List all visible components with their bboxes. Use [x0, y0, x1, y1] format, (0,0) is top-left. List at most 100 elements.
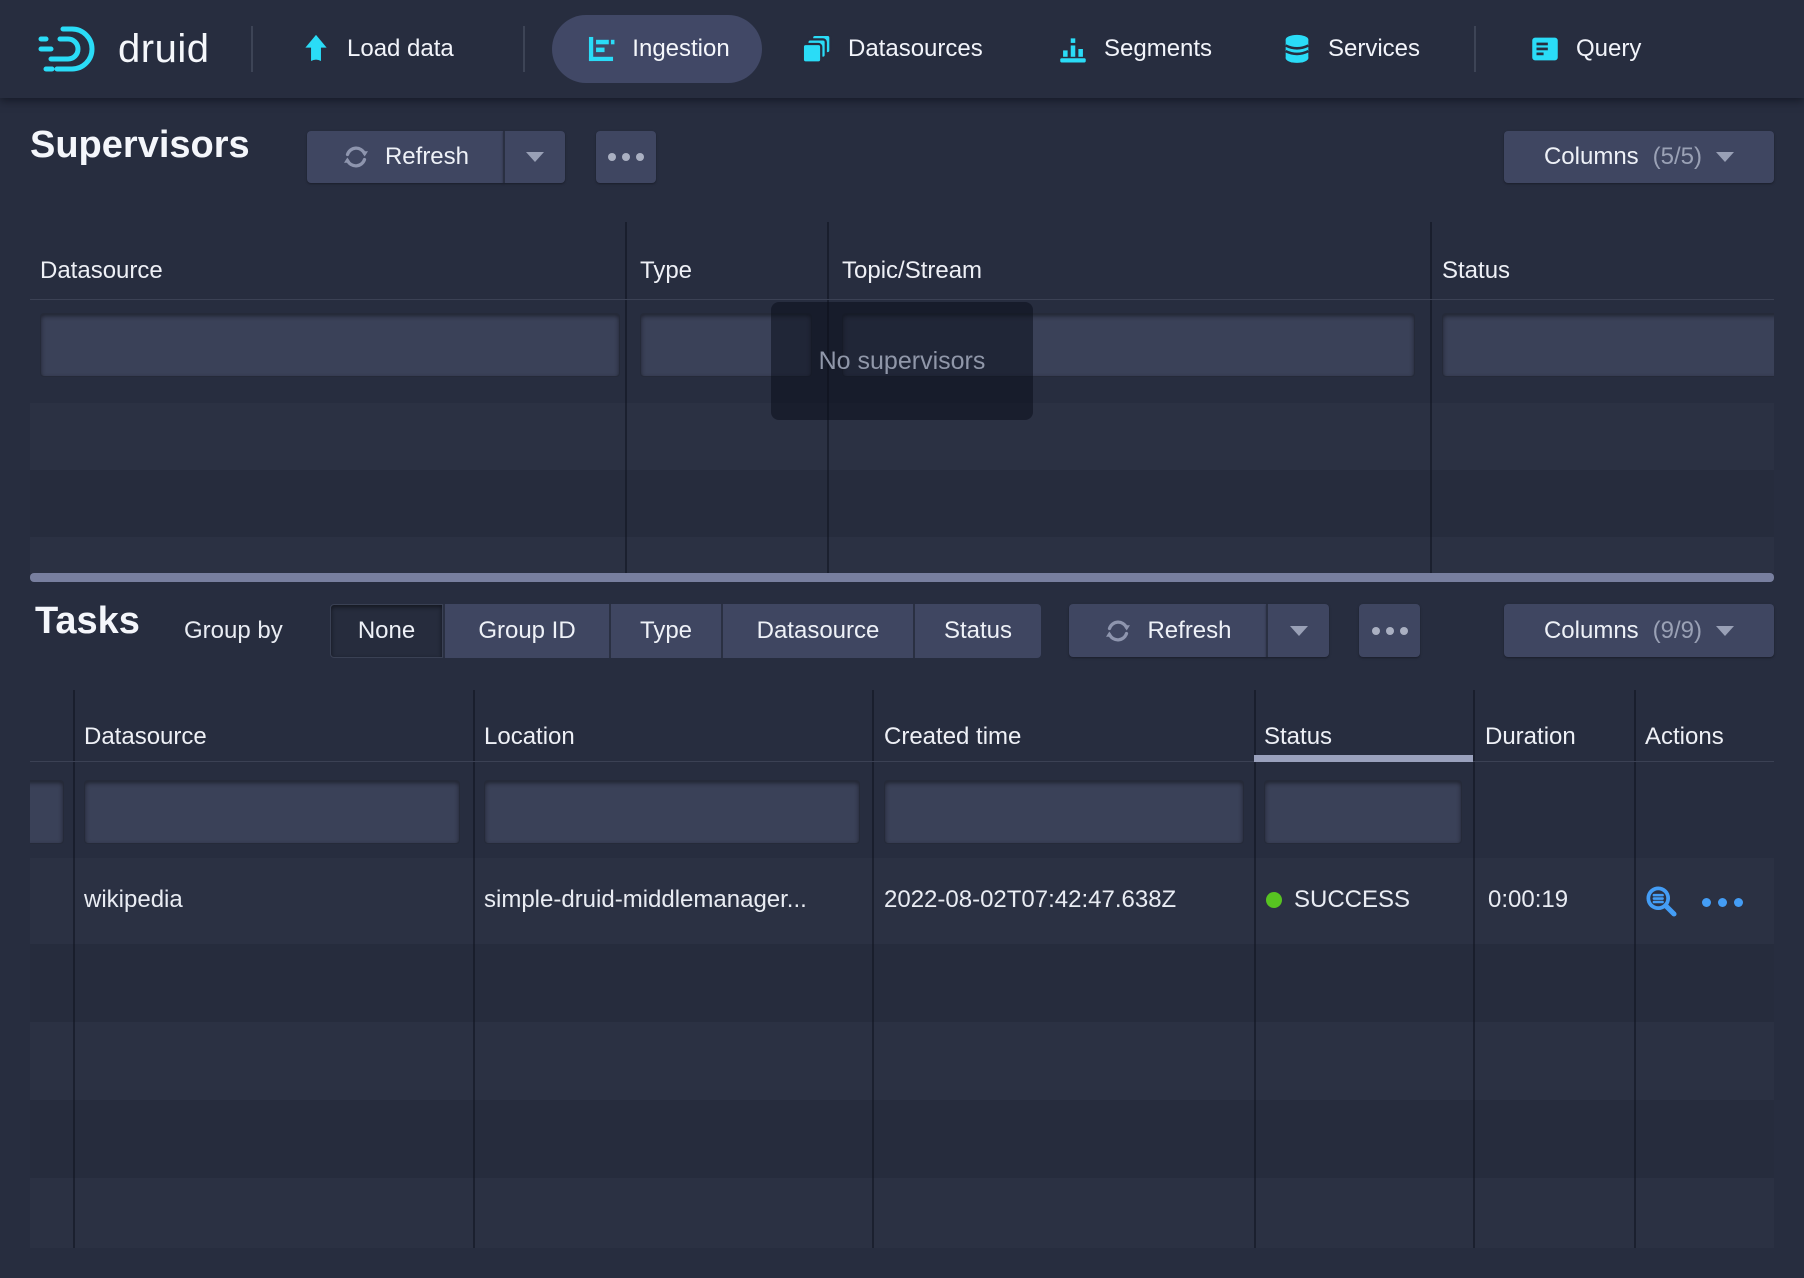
column-header-datasource[interactable]: Datasource	[84, 723, 207, 751]
chevron-down-icon	[526, 152, 544, 162]
column-header-topic-stream[interactable]: Topic/Stream	[842, 257, 982, 285]
druid-console: druid Load data Ingestion	[0, 0, 1804, 1278]
column-divider	[1430, 222, 1432, 573]
supervisors-refresh-dropdown-button[interactable]	[503, 131, 565, 183]
tasks-title: Tasks	[35, 600, 140, 643]
columns-label: Columns	[1544, 143, 1639, 171]
columns-count: (5/5)	[1653, 143, 1702, 171]
segments-icon	[1056, 32, 1090, 66]
empty-state-message: No supervisors	[819, 347, 986, 376]
status-filter-input[interactable]	[1264, 780, 1462, 844]
column-divider	[1254, 690, 1256, 1248]
empty-state-overlay: No supervisors	[771, 302, 1033, 420]
nav-divider	[251, 26, 253, 72]
column-header-actions[interactable]: Actions	[1645, 723, 1724, 751]
supervisors-refresh-button[interactable]: Refresh	[307, 131, 503, 183]
column-divider	[73, 690, 75, 1248]
more-icon	[608, 153, 644, 161]
status-filter-input[interactable]	[1442, 313, 1774, 377]
nav-item-label: Segments	[1104, 35, 1212, 63]
tasks-refresh-button[interactable]: Refresh	[1069, 604, 1266, 657]
column-divider	[872, 690, 874, 1248]
column-divider	[1634, 690, 1636, 1248]
supervisors-title: Supervisors	[30, 124, 250, 167]
cell-created-time: 2022-08-02T07:42:47.638Z	[884, 886, 1176, 914]
druid-logo-text: druid	[118, 27, 209, 72]
tasks-refresh-dropdown-button[interactable]	[1266, 604, 1329, 657]
group-by-group-id-button[interactable]: Group ID	[443, 604, 609, 658]
chevron-down-icon	[1716, 626, 1734, 636]
column-header-datasource[interactable]: Datasource	[40, 257, 163, 285]
datasource-filter-input[interactable]	[40, 313, 620, 377]
top-nav: druid Load data Ingestion	[0, 0, 1804, 98]
nav-item-segments[interactable]: Segments	[1056, 0, 1212, 98]
column-header-type[interactable]: Type	[640, 257, 692, 285]
column-header-status[interactable]: Status	[1264, 723, 1332, 751]
column-header-duration[interactable]: Duration	[1485, 723, 1576, 751]
table-row	[30, 1178, 1774, 1248]
nav-item-datasources[interactable]: Datasources	[800, 0, 983, 98]
nav-divider	[1474, 26, 1476, 72]
column-header-status[interactable]: Status	[1442, 257, 1510, 285]
refresh-label: Refresh	[1147, 617, 1231, 645]
query-icon	[1528, 32, 1562, 66]
supervisors-columns-button[interactable]: Columns (5/5)	[1504, 131, 1774, 183]
nav-item-query[interactable]: Query	[1528, 0, 1641, 98]
nav-item-label: Services	[1328, 35, 1420, 63]
header-divider	[30, 761, 1774, 762]
nav-item-label: Load data	[347, 35, 454, 63]
ingestion-icon	[584, 32, 618, 66]
supervisors-more-button[interactable]	[596, 131, 656, 183]
task-actions-more-icon[interactable]	[1702, 898, 1743, 907]
group-by-type-button[interactable]: Type	[609, 604, 721, 658]
refresh-icon	[1103, 616, 1133, 646]
location-filter-input[interactable]	[484, 780, 860, 844]
tasks-more-button[interactable]	[1359, 604, 1420, 657]
horizontal-scrollbar[interactable]	[30, 573, 1774, 582]
cell-location: simple-druid-middlemanager...	[484, 886, 807, 914]
table-row	[30, 1022, 1774, 1100]
cell-status: SUCCESS	[1266, 886, 1410, 914]
column-header-location[interactable]: Location	[484, 723, 575, 751]
success-status-icon	[1266, 892, 1282, 908]
table-row	[30, 944, 1774, 1022]
table-row	[30, 537, 1774, 573]
datasource-filter-input[interactable]	[84, 780, 460, 844]
group-by-status-button[interactable]: Status	[913, 604, 1041, 658]
nav-item-label: Datasources	[848, 35, 983, 63]
table-row	[30, 1100, 1774, 1178]
column-divider	[1473, 690, 1475, 1248]
task-id-filter-input[interactable]	[30, 780, 64, 844]
refresh-icon	[341, 142, 371, 172]
task-details-icon[interactable]	[1644, 884, 1680, 920]
more-icon	[1372, 627, 1408, 635]
services-icon	[1280, 32, 1314, 66]
status-sort-indicator	[1254, 755, 1473, 762]
status-badge: SUCCESS	[1294, 886, 1410, 914]
upload-icon	[299, 32, 333, 66]
tasks-table: Datasource Location Created time Status …	[30, 690, 1774, 1248]
druid-logo[interactable]: druid	[38, 0, 209, 98]
tasks-columns-button[interactable]: Columns (9/9)	[1504, 604, 1774, 657]
nav-item-services[interactable]: Services	[1280, 0, 1420, 98]
group-by-none-button[interactable]: None	[330, 604, 443, 658]
refresh-label: Refresh	[385, 143, 469, 171]
cell-duration: 0:00:19	[1488, 886, 1568, 914]
group-by-datasource-button[interactable]: Datasource	[721, 604, 913, 658]
column-divider	[625, 222, 627, 573]
supervisors-table: Datasource Type Topic/Stream Status No s…	[30, 222, 1774, 573]
nav-item-label: Query	[1576, 35, 1641, 63]
column-divider	[473, 690, 475, 1248]
nav-item-load-data[interactable]: Load data	[299, 0, 454, 98]
created-time-filter-input[interactable]	[884, 780, 1244, 844]
cell-datasource: wikipedia	[84, 886, 183, 914]
column-header-created-time[interactable]: Created time	[884, 723, 1021, 751]
datasources-icon	[800, 32, 834, 66]
nav-item-ingestion[interactable]: Ingestion	[552, 15, 762, 83]
druid-logo-icon	[38, 24, 104, 74]
cell-actions	[1644, 872, 1774, 932]
header-divider	[30, 299, 1774, 300]
chevron-down-icon	[1290, 626, 1308, 636]
nav-item-label: Ingestion	[632, 35, 729, 63]
columns-count: (9/9)	[1653, 617, 1702, 645]
